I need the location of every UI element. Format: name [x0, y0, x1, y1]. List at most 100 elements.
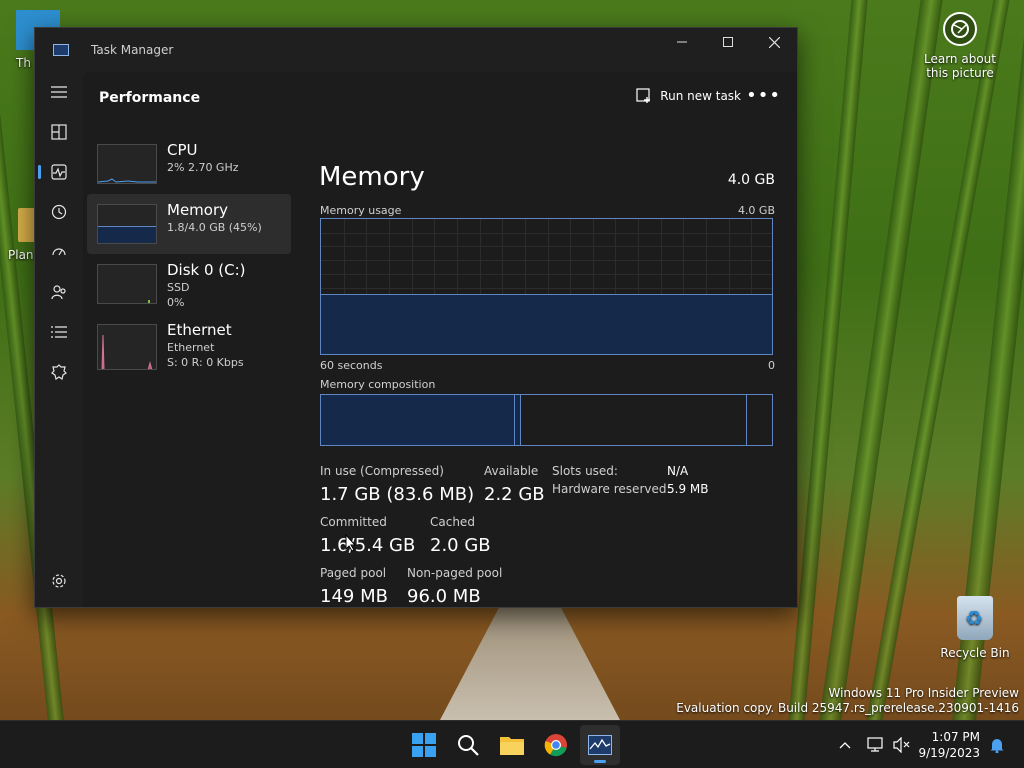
more-options-button[interactable]: ••• — [746, 85, 781, 106]
show-hidden-icons-button[interactable] — [834, 721, 856, 768]
clock-date: 9/19/2023 — [918, 746, 980, 760]
taskbar: 1:07 PM 9/19/2023 — [0, 720, 1024, 768]
recycle-bin[interactable]: Recycle Bin — [940, 596, 1010, 660]
desktop-icon-label: Th — [16, 56, 31, 70]
resource-detail: 0% — [167, 296, 185, 309]
memory-usage-chart — [321, 219, 772, 354]
disk-thumbnail — [97, 264, 157, 304]
details-icon — [51, 326, 67, 338]
nav-users[interactable] — [35, 272, 83, 312]
available-value: 2.2 GB — [484, 484, 545, 505]
memory-composition-bar — [320, 394, 773, 446]
resource-detail: 2% 2.70 GHz — [167, 161, 239, 174]
resource-disk[interactable]: Disk 0 (C:) SSD 0% — [87, 254, 291, 314]
graph-axis-left: 60 seconds — [320, 359, 383, 372]
run-new-task-label: Run new task — [660, 89, 741, 103]
task-manager-icon — [588, 735, 612, 755]
run-task-icon — [636, 88, 651, 103]
app-history-icon — [51, 204, 67, 220]
resource-detail: S: 0 R: 0 Kbps — [167, 356, 244, 369]
nav-app-history[interactable] — [35, 192, 83, 232]
speaker-muted-icon — [893, 737, 910, 753]
resource-detail: SSD — [167, 281, 190, 294]
memory-usage-label: Memory usage — [320, 204, 402, 217]
settings-icon — [52, 574, 66, 588]
search-icon — [458, 735, 479, 756]
close-button[interactable] — [751, 28, 797, 56]
resource-name: CPU — [167, 141, 198, 159]
search-button[interactable] — [448, 725, 488, 765]
processes-icon — [51, 124, 67, 140]
resource-list: CPU 2% 2.70 GHz Memory 1.8/4.0 GB (45%) — [87, 134, 291, 384]
hamburger-menu-button[interactable] — [35, 72, 83, 112]
cached-value: 2.0 GB — [430, 535, 491, 556]
in-use-label: In use (Compressed) — [320, 464, 444, 478]
chevron-up-icon — [839, 742, 851, 749]
memory-thumbnail — [97, 204, 157, 244]
nav-processes[interactable] — [35, 112, 83, 152]
volume-button[interactable] — [890, 721, 914, 768]
task-manager-app-icon — [53, 44, 69, 56]
committed-value: 1.6/5.4 GB — [320, 535, 416, 556]
page-title: Performance — [99, 90, 201, 106]
more-options-icon: ••• — [746, 85, 781, 106]
services-icon — [51, 364, 67, 380]
close-icon — [768, 36, 780, 48]
paged-pool-label: Paged pool — [320, 566, 387, 580]
nav-details[interactable] — [35, 312, 83, 352]
file-explorer-button[interactable] — [492, 725, 532, 765]
run-new-task-button[interactable]: Run new task — [636, 88, 741, 104]
resource-cpu[interactable]: CPU 2% 2.70 GHz — [87, 134, 291, 194]
nav-rail — [35, 72, 83, 607]
watermark-line-2: Evaluation copy. Build 25947.rs_prerelea… — [676, 701, 1019, 715]
resource-memory[interactable]: Memory 1.8/4.0 GB (45%) — [87, 194, 291, 254]
hardware-reserved-label: Hardware reserved: — [552, 482, 671, 496]
memory-composition-label: Memory composition — [320, 378, 436, 391]
nav-settings[interactable] — [35, 561, 83, 601]
slots-used-label: Slots used: — [552, 464, 618, 478]
chrome-button[interactable] — [536, 725, 576, 765]
resource-name: Ethernet — [167, 321, 232, 339]
memory-title: Memory — [319, 162, 425, 192]
composition-in-use — [321, 395, 515, 445]
chrome-icon — [544, 734, 567, 757]
wallpaper-path — [440, 600, 620, 720]
minimize-button[interactable] — [659, 28, 705, 56]
learn-about-label: Learn about this picture — [924, 52, 996, 80]
learn-about-picture[interactable]: Learn about this picture — [912, 12, 1008, 80]
nav-startup-apps[interactable] — [35, 232, 83, 272]
network-button[interactable] — [864, 721, 888, 768]
composition-free — [747, 395, 772, 445]
startup-apps-icon — [52, 248, 66, 256]
users-icon — [51, 285, 66, 300]
maximize-button[interactable] — [705, 28, 751, 56]
available-label: Available — [484, 464, 539, 478]
clock[interactable]: 1:07 PM 9/19/2023 — [918, 729, 980, 761]
cached-label: Cached — [430, 515, 475, 529]
memory-usage-fill — [321, 294, 772, 354]
windows-start-icon — [412, 733, 436, 757]
folder-icon — [500, 737, 524, 755]
maximize-icon — [723, 37, 733, 47]
minimize-icon — [677, 41, 687, 43]
in-use-value: 1.7 GB (83.6 MB) — [320, 484, 475, 505]
resource-name: Memory — [167, 201, 229, 219]
start-button[interactable] — [404, 725, 444, 765]
non-paged-pool-label: Non-paged pool — [407, 566, 503, 580]
nav-performance[interactable] — [35, 152, 83, 192]
performance-icon — [51, 164, 67, 180]
paged-pool-value: 149 MB — [320, 586, 388, 607]
resource-ethernet[interactable]: Ethernet Ethernet S: 0 R: 0 Kbps — [87, 314, 291, 384]
slots-used-value: N/A — [667, 464, 689, 478]
nav-services[interactable] — [35, 352, 83, 392]
mouse-cursor — [345, 534, 357, 552]
wallpaper-bamboo — [819, 0, 943, 720]
non-paged-pool-value: 96.0 MB — [407, 586, 481, 607]
task-manager-window: Task Manager Performance Run new task ••… — [34, 27, 798, 608]
task-manager-taskbar-button[interactable] — [580, 725, 620, 765]
watermark-line-1: Windows 11 Pro Insider Preview — [828, 686, 1019, 700]
notifications-button[interactable] — [986, 721, 1008, 768]
title-bar[interactable]: Task Manager — [35, 28, 797, 72]
camera-lens-icon — [943, 12, 977, 46]
network-icon — [867, 737, 883, 752]
